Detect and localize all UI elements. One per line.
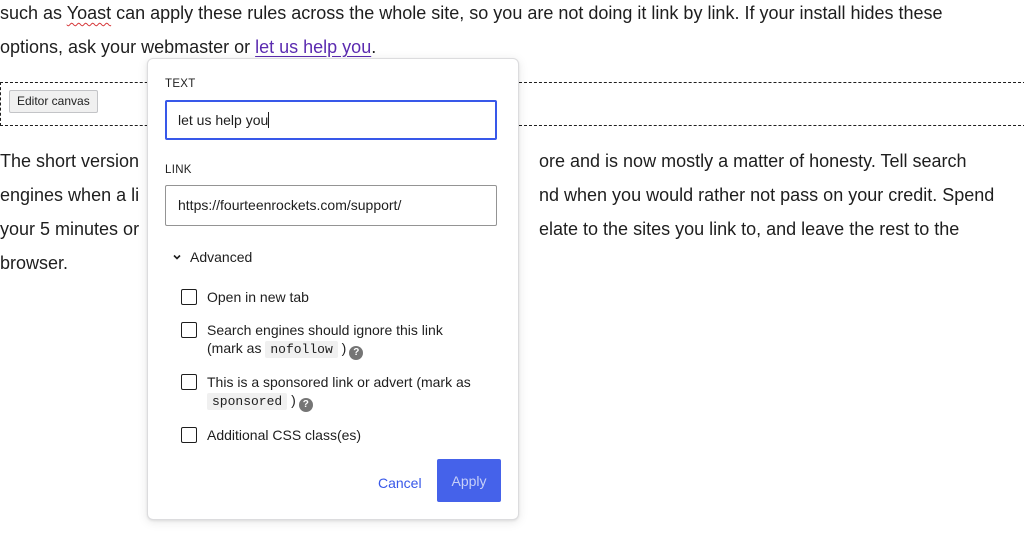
option-css-class[interactable]: Additional CSS class(es): [181, 426, 361, 444]
link-field-label: LINK: [165, 164, 192, 176]
advanced-label: Advanced: [190, 249, 253, 265]
css-class-checkbox[interactable]: [181, 427, 197, 443]
link-url-input[interactable]: https://fourteenrockets.com/support/: [165, 185, 497, 226]
option-sponsored[interactable]: This is a sponsored link or advert (mark…: [181, 373, 471, 412]
chevron-down-icon: [173, 254, 181, 260]
intro-line-1: such as Yoast can apply these rules acro…: [0, 3, 943, 23]
cancel-button[interactable]: Cancel: [370, 462, 430, 504]
sponsored-code: sponsored: [207, 393, 288, 410]
help-icon[interactable]: ?: [349, 346, 364, 360]
advanced-toggle[interactable]: Advanced: [172, 249, 252, 265]
nofollow-label: Search engines should ignore this link (…: [207, 322, 443, 360]
text-caret: [268, 112, 270, 128]
apply-button[interactable]: Apply: [437, 459, 501, 502]
open-new-tab-label: Open in new tab: [207, 289, 309, 305]
open-new-tab-checkbox[interactable]: [181, 289, 197, 305]
nofollow-code: nofollow: [265, 341, 338, 358]
link-text-input[interactable]: let us help you: [165, 100, 497, 140]
misspelled-word: Yoast: [66, 3, 112, 23]
link-settings-popover: TEXT let us help you LINK https://fourte…: [147, 58, 519, 520]
help-icon[interactable]: ?: [298, 398, 313, 412]
sponsored-label: This is a sponsored link or advert (mark…: [207, 374, 471, 412]
intro-paragraph: such as Yoast can apply these rules acro…: [0, 0, 1024, 64]
help-link[interactable]: let us help you: [255, 37, 371, 57]
editor-canvas-label[interactable]: Editor canvas: [9, 90, 98, 113]
text-field-label: TEXT: [165, 78, 196, 90]
option-open-new-tab[interactable]: Open in new tab: [181, 288, 309, 306]
sponsored-checkbox[interactable]: [181, 374, 197, 390]
css-class-label: Additional CSS class(es): [207, 427, 362, 443]
option-nofollow[interactable]: Search engines should ignore this link (…: [181, 321, 443, 360]
nofollow-checkbox[interactable]: [181, 322, 197, 338]
